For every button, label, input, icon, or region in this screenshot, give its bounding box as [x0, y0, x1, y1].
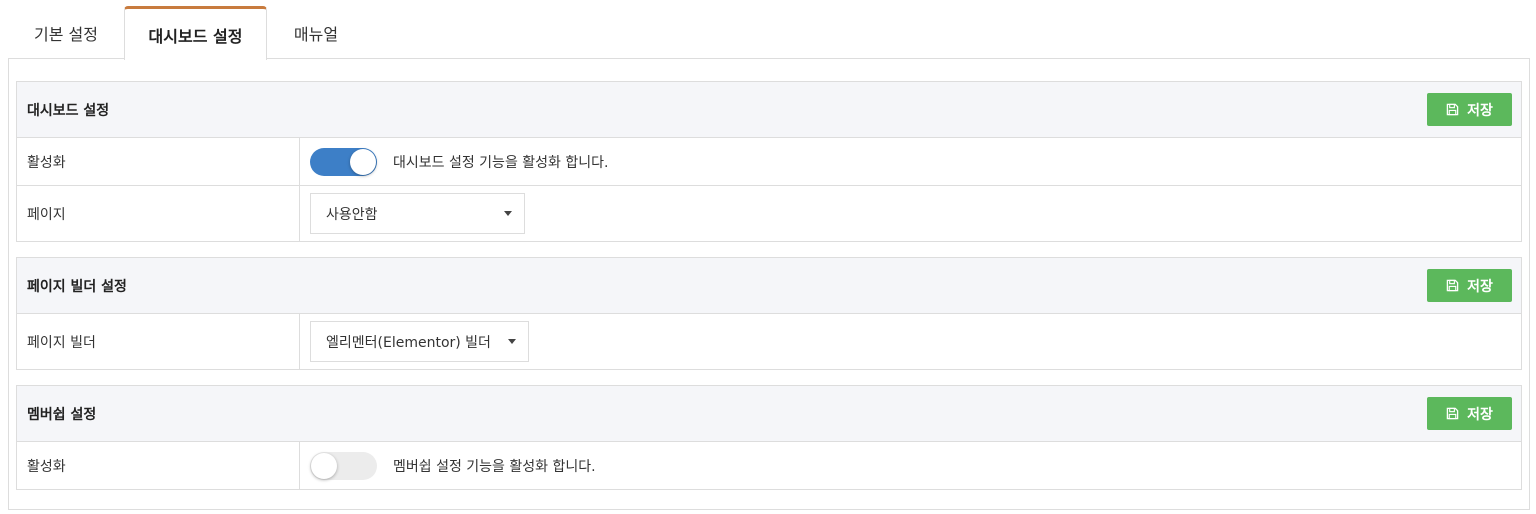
row-value: 대시보드 설정 기능을 활성화 합니다. [300, 138, 1521, 185]
save-button[interactable]: 저장 [1427, 93, 1512, 126]
toggle-description: 멤버쉽 설정 기능을 활성화 합니다. [393, 458, 596, 475]
chevron-down-icon [504, 211, 512, 216]
row-label: 페이지 빌더 [17, 314, 300, 369]
membership-settings-section: 멤버쉽 설정 저장 활성화 멤버쉽 설정 기능을 활성화 합니다. [16, 385, 1522, 490]
save-button-label: 저장 [1467, 102, 1493, 119]
toggle-description: 대시보드 설정 기능을 활성화 합니다. [393, 154, 609, 171]
page-row: 페이지 사용안함 [17, 186, 1521, 241]
tab-bar: 기본 설정 대시보드 설정 매뉴얼 [8, 6, 1528, 60]
row-label: 활성화 [17, 138, 300, 185]
activate-row: 활성화 멤버쉽 설정 기능을 활성화 합니다. [17, 442, 1521, 489]
save-button[interactable]: 저장 [1427, 269, 1512, 302]
row-value: 엘리멘터(Elementor) 빌더 [300, 314, 1521, 369]
settings-panel: 대시보드 설정 저장 활성화 대시보드 설정 기능을 활성화 합니다. 페이지 [8, 58, 1530, 510]
floppy-disk-icon [1446, 103, 1459, 116]
floppy-disk-icon [1446, 279, 1459, 292]
dashboard-activate-toggle[interactable] [310, 147, 377, 176]
dashboard-settings-section: 대시보드 설정 저장 활성화 대시보드 설정 기능을 활성화 합니다. 페이지 [16, 81, 1522, 242]
save-button[interactable]: 저장 [1427, 397, 1512, 430]
tab-dashboard-settings[interactable]: 대시보드 설정 [124, 6, 267, 60]
toggle-knob [311, 452, 337, 479]
page-builder-select-value: 엘리멘터(Elementor) 빌더 [326, 334, 491, 351]
section-title: 대시보드 설정 [27, 102, 110, 119]
save-button-label: 저장 [1467, 278, 1493, 295]
save-button-label: 저장 [1467, 406, 1493, 423]
section-header: 페이지 빌더 설정 저장 [17, 258, 1521, 314]
section-title: 멤버쉽 설정 [27, 406, 97, 423]
row-value: 사용안함 [300, 186, 1521, 241]
page-select[interactable]: 사용안함 [310, 193, 525, 234]
page-select-value: 사용안함 [326, 206, 378, 223]
tab-manual[interactable]: 매뉴얼 [267, 6, 365, 59]
tab-basic-settings[interactable]: 기본 설정 [8, 6, 124, 59]
membership-activate-toggle[interactable] [310, 451, 377, 480]
page-builder-settings-section: 페이지 빌더 설정 저장 페이지 빌더 엘리멘터(Elementor) 빌더 [16, 257, 1522, 370]
section-title: 페이지 빌더 설정 [27, 278, 127, 295]
page-builder-row: 페이지 빌더 엘리멘터(Elementor) 빌더 [17, 314, 1521, 369]
chevron-down-icon [508, 339, 516, 344]
toggle-knob [350, 148, 376, 175]
page-builder-select[interactable]: 엘리멘터(Elementor) 빌더 [310, 321, 529, 362]
row-label: 페이지 [17, 186, 300, 241]
floppy-disk-icon [1446, 407, 1459, 420]
activate-row: 활성화 대시보드 설정 기능을 활성화 합니다. [17, 138, 1521, 186]
section-header: 멤버쉽 설정 저장 [17, 386, 1521, 442]
section-header: 대시보드 설정 저장 [17, 82, 1521, 138]
row-value: 멤버쉽 설정 기능을 활성화 합니다. [300, 442, 1521, 489]
row-label: 활성화 [17, 442, 300, 489]
